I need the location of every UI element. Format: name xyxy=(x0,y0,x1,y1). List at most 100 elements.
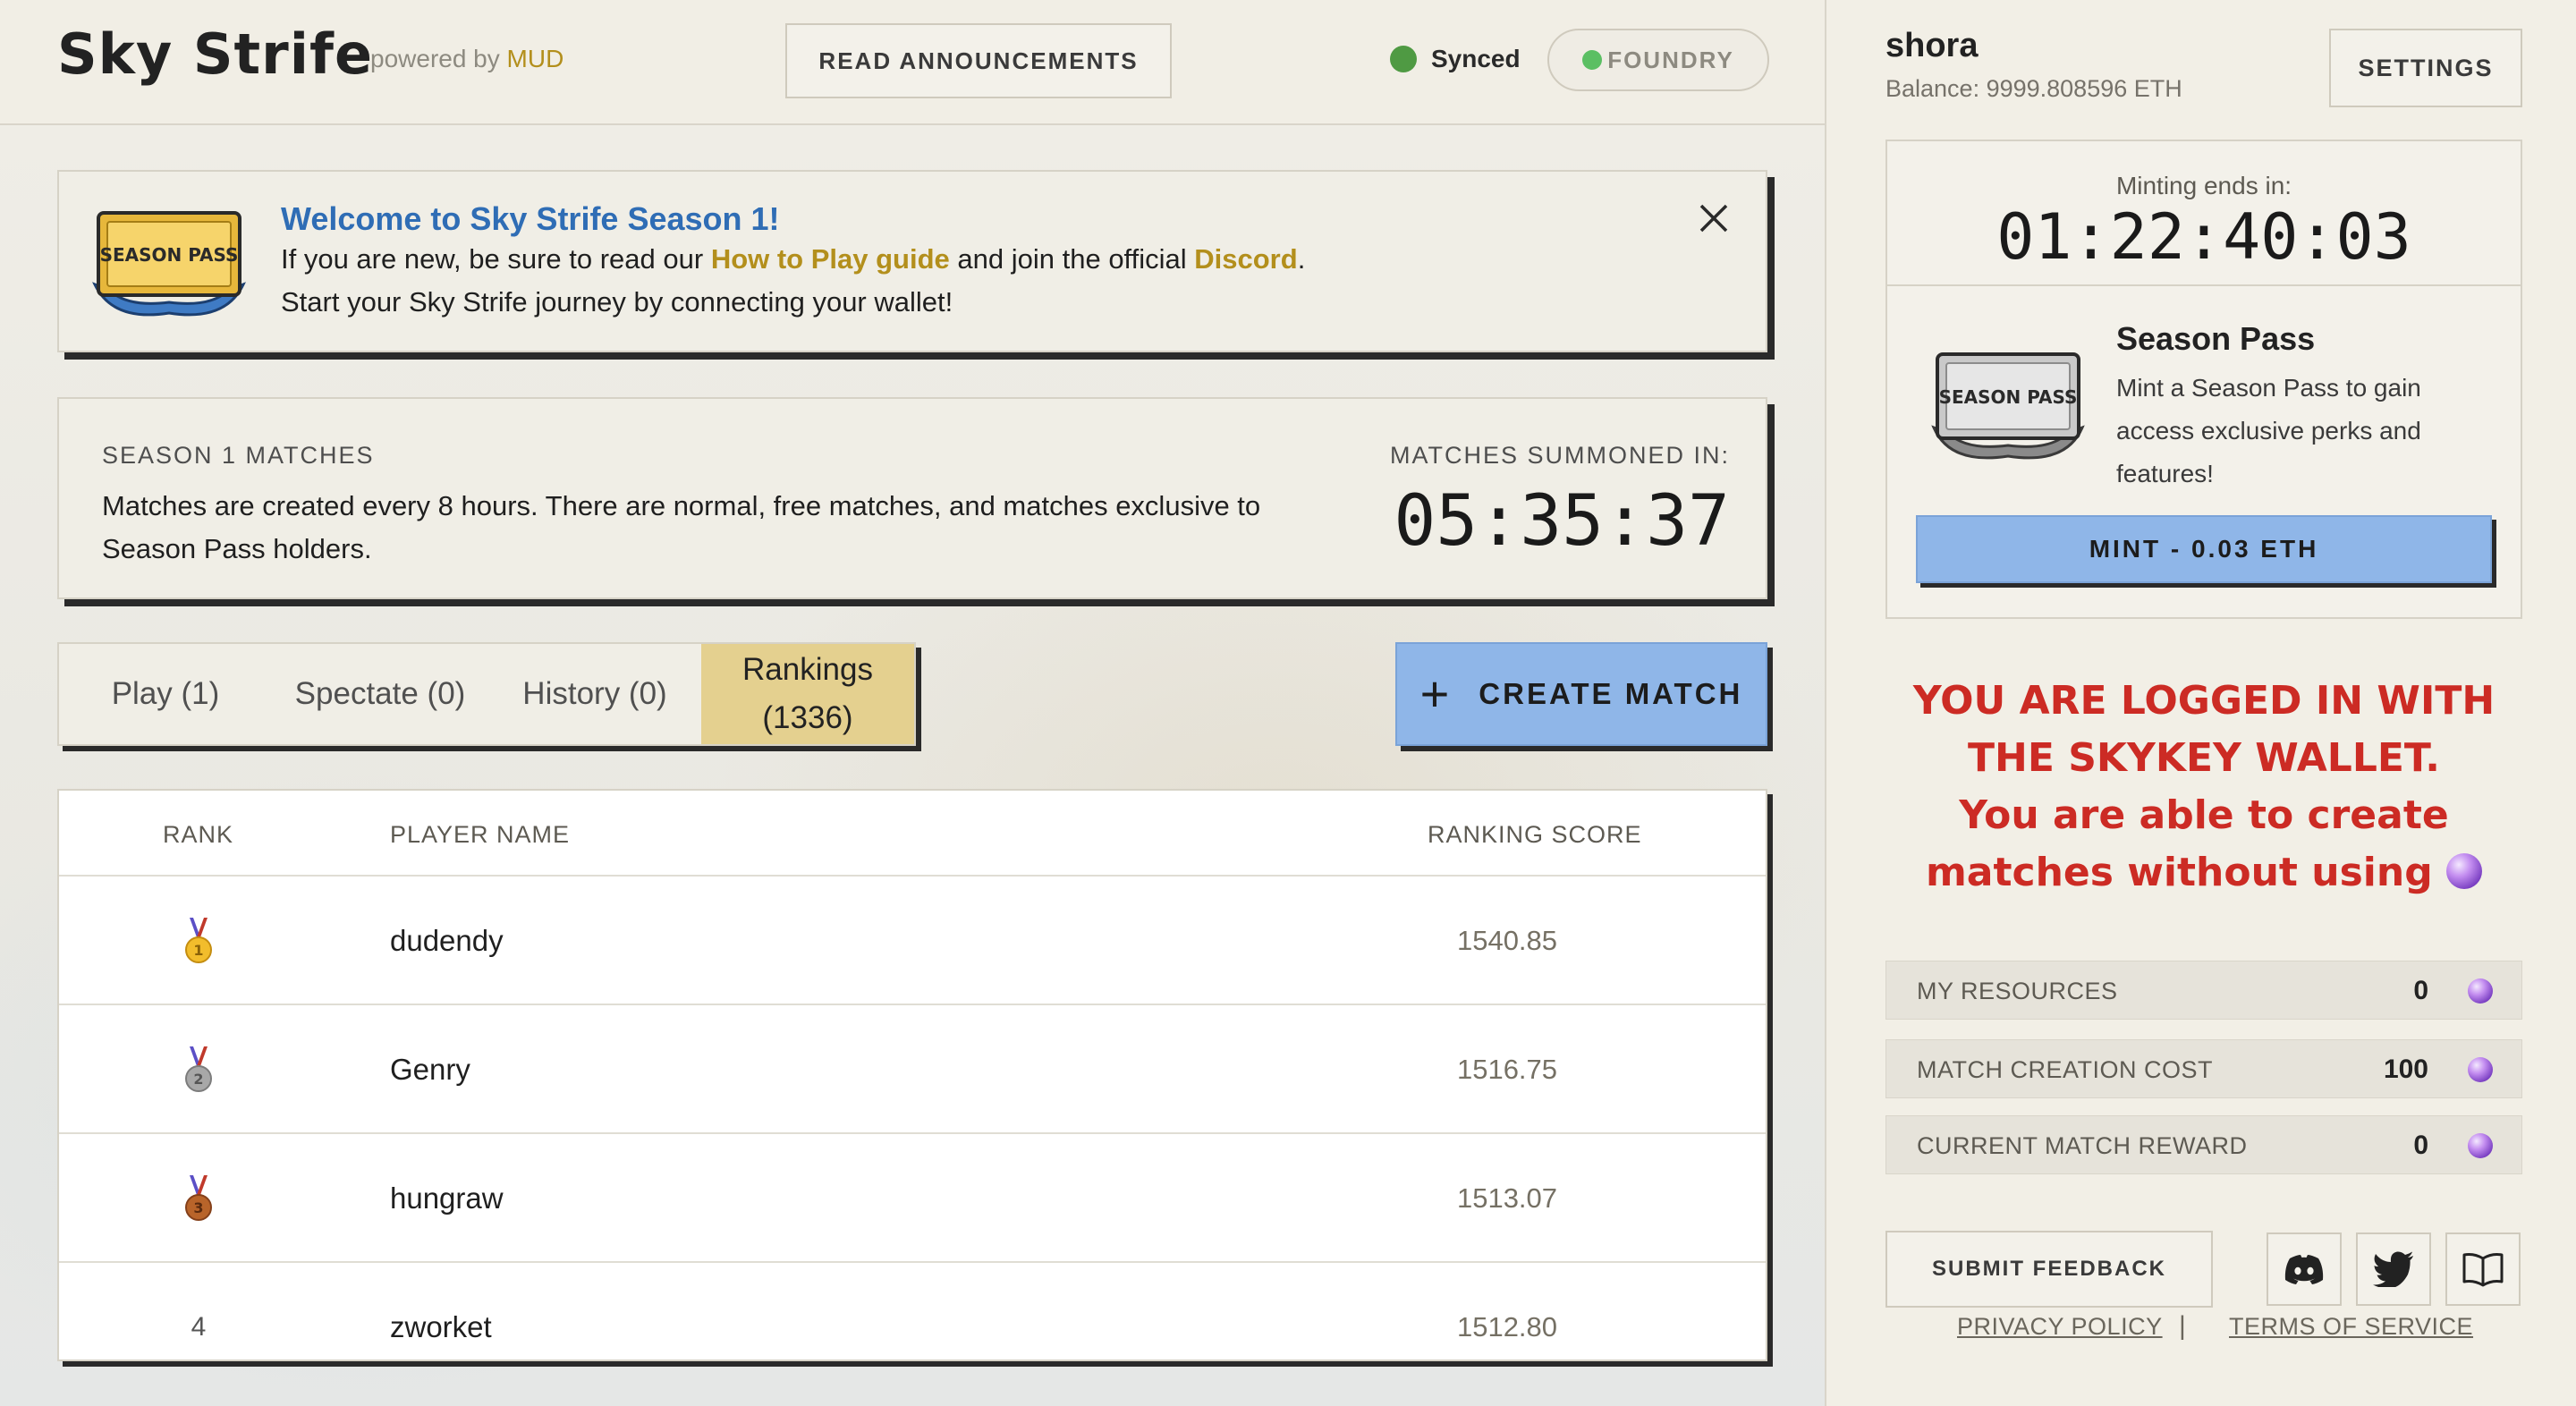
top-bar: Sky Strife powered by MUD READ ANNOUNCEM… xyxy=(0,0,1825,125)
tab-spectate[interactable]: Spectate (0) xyxy=(272,644,488,744)
table-row[interactable]: 4 zworket 1512.80 xyxy=(59,1263,1766,1359)
svg-text:3: 3 xyxy=(193,1199,203,1216)
discord-icon xyxy=(2284,1255,2324,1284)
tab-history[interactable]: History (0) xyxy=(488,644,701,744)
minting-timer: 01:22:40:03 xyxy=(1996,200,2411,274)
player-name: hungraw xyxy=(390,1182,504,1215)
season-matches-description: Matches are created every 8 hours. There… xyxy=(102,490,1261,564)
resource-label: CURRENT MATCH REWARD xyxy=(1917,1132,2248,1159)
svg-text:SEASON PASS: SEASON PASS xyxy=(100,244,239,266)
foundry-dot-icon xyxy=(1582,50,1603,70)
welcome-text-a: If you are new, be sure to read our xyxy=(281,243,704,275)
docs-button[interactable] xyxy=(2445,1232,2521,1306)
rank-cell: 3 xyxy=(163,1134,234,1263)
ranking-score: 1540.85 xyxy=(1456,925,1558,956)
tab-rankings-count: (1336) xyxy=(762,700,853,735)
bronze-medal-icon: 3 xyxy=(185,1175,212,1221)
main-area: Sky Strife powered by MUD READ ANNOUNCEM… xyxy=(0,0,1825,1406)
svg-text:1: 1 xyxy=(193,942,203,959)
privacy-policy-link[interactable]: PRIVACY POLICY xyxy=(1957,1313,2163,1341)
discord-link[interactable]: Discord xyxy=(1194,243,1297,275)
column-header-ranking-score: RANKING SCORE xyxy=(1428,821,1642,848)
plus-icon: + xyxy=(1419,665,1453,722)
welcome-banner: SEASON PASS Welcome to Sky Strife Season… xyxy=(57,170,1767,352)
close-icon[interactable] xyxy=(1698,202,1730,234)
rank-cell: 2 xyxy=(163,1005,234,1134)
discord-button[interactable] xyxy=(2267,1232,2342,1306)
rankings-table: RANK PLAYER NAME RANKING SCORE 1 dudendy… xyxy=(57,789,1767,1361)
how-to-play-link[interactable]: How to Play guide xyxy=(711,243,950,275)
create-match-button[interactable]: + CREATE MATCH xyxy=(1395,642,1767,746)
table-row[interactable]: 1 dudendy 1540.85 xyxy=(59,877,1766,1005)
table-row[interactable]: 2 Genry 1516.75 xyxy=(59,1005,1766,1134)
resource-value: 100 xyxy=(2383,1054,2428,1084)
resource-label: MY RESOURCES xyxy=(1917,978,2118,1004)
tab-rankings-label: Rankings xyxy=(742,652,873,687)
resource-value: 0 xyxy=(2413,976,2428,1005)
sidebar: shora Balance: 9999.808596 ETH SETTINGS … xyxy=(1825,0,2576,1406)
tab-rankings[interactable]: Rankings (1336) xyxy=(701,644,914,744)
username: shora xyxy=(1885,27,1979,64)
season-pass-mint-card: Minting ends in: 01:22:40:03 SEASON PASS… xyxy=(1885,140,2522,619)
resource-label: MATCH CREATION COST xyxy=(1917,1056,2213,1083)
twitter-icon xyxy=(2373,1251,2413,1287)
orb-icon xyxy=(2468,1133,2493,1158)
column-header-player-name: PLAYER NAME xyxy=(390,821,571,848)
my-resources-row: MY RESOURCES 0 xyxy=(1885,961,2522,1020)
warning-line-1: YOU ARE LOGGED IN WITH xyxy=(1912,678,2496,724)
rank-cell: 1 xyxy=(163,877,234,1005)
foundry-button[interactable]: FOUNDRY xyxy=(1547,29,1769,91)
silver-medal-icon: 2 xyxy=(185,1046,212,1092)
sync-status: Synced xyxy=(1390,45,1521,73)
player-name: dudendy xyxy=(390,924,504,957)
table-row[interactable]: 3 hungraw 1513.07 xyxy=(59,1134,1766,1263)
ranking-score: 1513.07 xyxy=(1456,1182,1558,1214)
current-match-reward-row: CURRENT MATCH REWARD 0 xyxy=(1885,1115,2522,1174)
season-pass-silver-icon: SEASON PASS xyxy=(1931,352,2085,460)
twitter-button[interactable] xyxy=(2356,1232,2431,1306)
player-name: Genry xyxy=(390,1053,470,1086)
ranking-score: 1516.75 xyxy=(1456,1054,1558,1085)
mud-link[interactable]: MUD xyxy=(507,45,564,72)
minting-countdown: Minting ends in: 01:22:40:03 xyxy=(1887,141,2521,286)
table-header: RANK PLAYER NAME RANKING SCORE xyxy=(59,791,1766,877)
sync-dot-icon xyxy=(1390,46,1417,72)
powered-by-prefix: powered by xyxy=(370,45,500,72)
gold-medal-icon: 1 xyxy=(185,918,212,963)
settings-button[interactable]: SETTINGS xyxy=(2329,29,2522,107)
player-name: zworket xyxy=(390,1310,492,1343)
matches-summoned-timer: 05:35:37 xyxy=(1394,481,1730,562)
wallet-balance: Balance: 9999.808596 ETH xyxy=(1885,75,2182,102)
book-icon xyxy=(2462,1253,2504,1287)
season-pass-title: Season Pass xyxy=(2116,320,2316,357)
welcome-line-1: If you are new, be sure to read our How … xyxy=(281,243,1305,275)
tab-play[interactable]: Play (1) xyxy=(59,644,272,744)
read-announcements-button[interactable]: READ ANNOUNCEMENTS xyxy=(785,23,1172,98)
matches-summoned-label: MATCHES SUMMONED IN: xyxy=(1389,442,1730,469)
orb-icon xyxy=(2468,1057,2493,1082)
submit-feedback-button[interactable]: SUBMIT FEEDBACK xyxy=(1885,1231,2213,1308)
match-tabs: Play (1) Spectate (0) History (0) Rankin… xyxy=(57,642,916,746)
resource-value: 0 xyxy=(2413,1131,2428,1160)
terms-of-service-link[interactable]: TERMS OF SERVICE xyxy=(2229,1313,2473,1341)
welcome-text-end: . xyxy=(1297,243,1306,275)
powered-by: powered by MUD xyxy=(370,45,564,73)
brand-title: Sky Strife xyxy=(57,21,374,87)
welcome-title: Welcome to Sky Strife Season 1! xyxy=(281,200,780,237)
welcome-line-2: Start your Sky Strife journey by connect… xyxy=(281,286,953,318)
season-matches-label: SEASON 1 MATCHES xyxy=(102,442,375,469)
warning-line-2: THE SKYKEY WALLET. xyxy=(1968,735,2440,781)
minting-ends-label: Minting ends in: xyxy=(2115,172,2292,199)
warning-line-4-wrap: matches without using xyxy=(1885,844,2522,902)
season-pass-description: Mint a Season Pass to gain access exclus… xyxy=(2116,374,2421,487)
svg-text:SEASON PASS: SEASON PASS xyxy=(1939,386,2078,408)
welcome-text-b: and join the official xyxy=(957,243,1187,275)
create-match-label: CREATE MATCH xyxy=(1479,677,1743,710)
warning-line-4: matches without using xyxy=(1925,850,2433,895)
rank-cell: 4 xyxy=(191,1312,207,1342)
sync-status-label: Synced xyxy=(1431,45,1521,72)
mint-button[interactable]: MINT - 0.03 ETH xyxy=(1916,515,2492,583)
season-matches-card: SEASON 1 MATCHES Matches are created eve… xyxy=(57,397,1767,599)
orb-icon xyxy=(2446,853,2483,889)
match-creation-cost-row: MATCH CREATION COST 100 xyxy=(1885,1039,2522,1098)
